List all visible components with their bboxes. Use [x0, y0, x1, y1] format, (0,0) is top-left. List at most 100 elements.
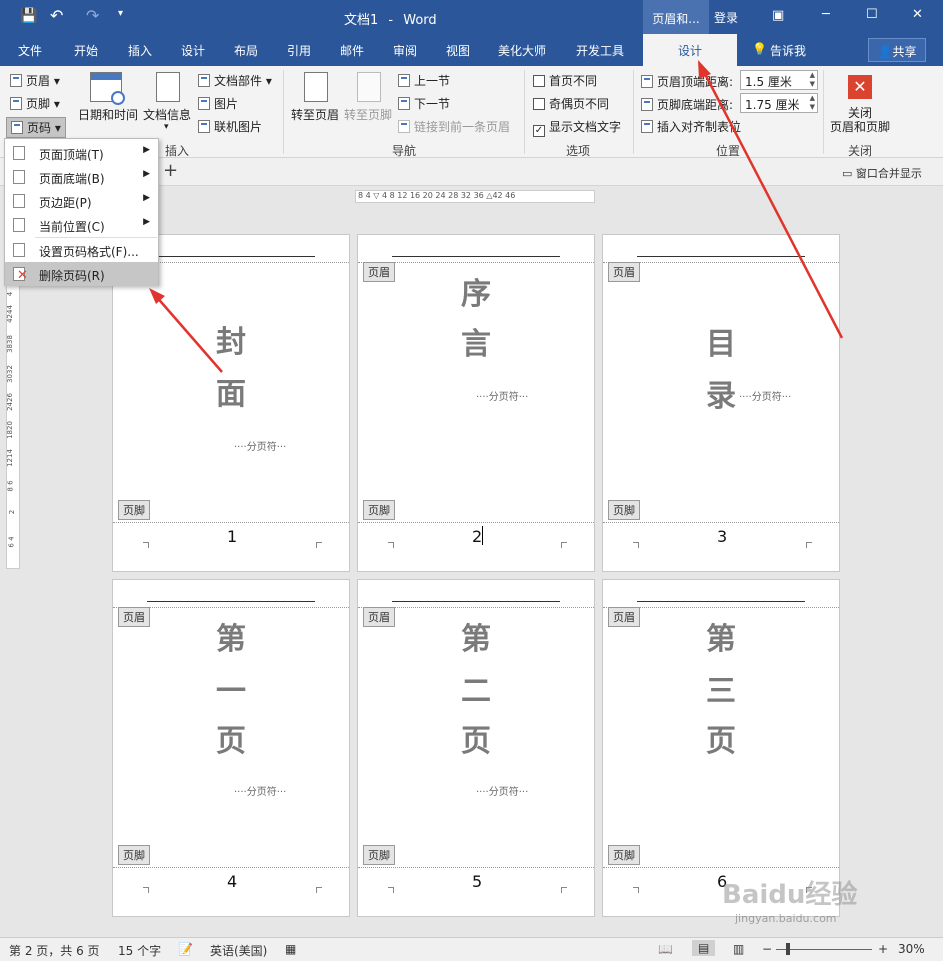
close-window-button[interactable]: ✕ — [912, 7, 923, 22]
add-tab-button[interactable]: + — [163, 160, 178, 181]
share-button[interactable]: 👤共享 — [868, 38, 926, 62]
tab-layout[interactable]: 布局 — [234, 42, 258, 59]
close-header-footer-button[interactable]: 关闭 页眉和页脚 — [826, 106, 894, 134]
zoom-level[interactable]: 30% — [898, 942, 925, 956]
page-number[interactable]: 4 — [227, 872, 237, 891]
zoom-slider[interactable] — [776, 949, 872, 950]
footer-bottom-value: 1.75 厘米 — [745, 98, 800, 112]
header-label: 页眉 — [26, 74, 51, 88]
tab-header-footer-design[interactable]: 设计 — [643, 34, 737, 66]
doc-info-dropdown-icon[interactable]: ▾ — [164, 122, 169, 132]
page-character: 录 — [706, 379, 736, 414]
footer-bottom-distance-input[interactable]: 1.75 厘米 ▲ ▼ — [740, 93, 818, 113]
page[interactable]: 页眉 目 录 ····分页符··· 页脚 3 — [602, 234, 840, 572]
menu-item-label: 设置页码格式(F)... — [39, 245, 139, 259]
menu-item-page-margins[interactable]: 页边距(P) ▶ — [5, 189, 158, 213]
menu-item-remove-page-numbers[interactable]: ✕ 删除页码(R) — [5, 262, 158, 286]
page-character: 二 — [461, 674, 491, 709]
document-info-button[interactable]: 文档信息 — [143, 106, 191, 123]
tab-insert[interactable]: 插入 — [128, 42, 152, 59]
page[interactable]: 页眉 第 三 页 页脚 6 — [602, 579, 840, 917]
footer-button[interactable]: 页脚 ▾ — [10, 95, 60, 112]
page-number-button[interactable]: 页码 ▾ — [6, 117, 66, 138]
customize-quick-access-icon[interactable]: ▾ — [118, 8, 123, 19]
online-picture-button[interactable]: 联机图片 — [198, 118, 262, 135]
zoom-in-button[interactable]: + — [878, 942, 888, 956]
tab-design[interactable]: 设计 — [181, 42, 205, 59]
redo-icon[interactable]: ↷ — [86, 6, 99, 25]
tab-review[interactable]: 审阅 — [393, 42, 417, 59]
header-button[interactable]: 页眉 ▾ — [10, 72, 60, 89]
page-break-label: 分页符 — [488, 787, 519, 798]
menu-item-label: 页边距(P) — [39, 196, 92, 210]
group-label-position: 位置 — [716, 144, 741, 158]
page[interactable]: 页眉 第 一 页 ····分页符··· 页脚 4 — [112, 579, 350, 917]
page-number[interactable]: 1 — [227, 527, 237, 546]
menu-item-top-of-page[interactable]: 页面顶端(T) ▶ — [5, 141, 158, 165]
share-label: 共享 — [892, 45, 917, 59]
word-count-status[interactable]: 15 个字 — [118, 942, 161, 959]
tab-home[interactable]: 开始 — [74, 42, 98, 59]
first-page-different-checkbox[interactable]: 首页不同 — [533, 72, 597, 89]
tab-developer[interactable]: 开发工具 — [576, 42, 624, 59]
tab-beautify[interactable]: 美化大师 — [498, 42, 546, 59]
header-top-distance-input[interactable]: 1.5 厘米 ▲ ▼ — [740, 70, 818, 90]
format-page-number-icon — [13, 243, 25, 257]
menu-item-current-position[interactable]: 当前位置(C) ▶ — [5, 213, 158, 237]
read-mode-icon[interactable]: 📖 — [658, 942, 673, 956]
goto-header-button[interactable]: 转至页眉 — [291, 106, 339, 123]
spinner-arrows-icon[interactable]: ▲ ▼ — [810, 71, 815, 89]
tab-view[interactable]: 视图 — [446, 42, 470, 59]
undo-icon[interactable]: ↶ — [50, 6, 63, 25]
footer-tag: 页脚 — [608, 500, 640, 520]
goto-footer-button[interactable]: 转至页脚 — [344, 106, 392, 123]
footer-tag: 页脚 — [608, 845, 640, 865]
picture-button[interactable]: 图片 — [198, 95, 238, 112]
previous-section-button[interactable]: 上一节 — [398, 72, 450, 89]
horizontal-ruler[interactable]: 8 4 ▽ 4 8 12 16 20 24 28 32 36 △42 46 — [355, 190, 595, 203]
first-page-different-label: 首页不同 — [549, 74, 598, 88]
page[interactable]: 页眉 第 二 页 ····分页符··· 页脚 5 — [357, 579, 595, 917]
document-parts-button[interactable]: 文档部件 ▾ — [198, 72, 272, 89]
tab-file[interactable]: 文件 — [18, 42, 42, 59]
date-time-button[interactable]: 日期和时间 — [78, 106, 138, 123]
ribbon-options-icon[interactable]: ▣ — [772, 8, 784, 23]
window-icon: ▭ — [842, 167, 856, 180]
footer-label: 页脚 — [26, 97, 51, 111]
login-button[interactable]: 登录 — [714, 9, 738, 26]
macro-recording-icon[interactable]: ▦ — [285, 942, 296, 956]
menu-item-bottom-of-page[interactable]: 页面底端(B) ▶ — [5, 165, 158, 189]
tab-references[interactable]: 引用 — [287, 42, 311, 59]
show-document-text-checkbox[interactable]: ✓ 显示文档文字 — [533, 118, 621, 137]
link-previous-button[interactable]: 链接到前一条页眉 — [398, 118, 510, 135]
group-divider — [524, 70, 525, 154]
page[interactable]: 页眉 序 言 ····分页符··· 页脚 2 — [357, 234, 595, 572]
next-section-button[interactable]: 下一节 — [398, 95, 450, 112]
page-number-icon — [11, 121, 23, 134]
save-icon[interactable]: 💾 — [20, 8, 37, 24]
close-label-line2: 页眉和页脚 — [829, 120, 890, 134]
menu-item-label: 页面底端(B) — [39, 172, 105, 186]
tell-me-box[interactable]: 告诉我 — [770, 42, 806, 59]
print-layout-icon[interactable]: ▤ — [692, 940, 716, 956]
language-status[interactable]: 英语(美国) — [210, 942, 267, 959]
odd-even-different-checkbox[interactable]: 奇偶页不同 — [533, 95, 609, 112]
tab-mailings[interactable]: 邮件 — [340, 42, 364, 59]
web-layout-icon[interactable]: ▥ — [733, 942, 744, 956]
page-number[interactable]: 3 — [717, 527, 727, 546]
merge-windows-button[interactable]: ▭ 窗口合并显示 — [842, 165, 922, 181]
insert-alignment-tab-label: 插入对齐制表位 — [657, 120, 742, 134]
zoom-out-button[interactable]: − — [762, 942, 772, 956]
group-divider — [283, 70, 284, 154]
page-count-status[interactable]: 第 2 页，共 6 页 — [9, 942, 100, 959]
page-number[interactable]: 5 — [472, 872, 482, 891]
zoom-slider-thumb[interactable] — [786, 943, 790, 955]
proofing-icon[interactable]: 📝 — [178, 942, 193, 956]
menu-item-format-page-numbers[interactable]: 设置页码格式(F)... — [5, 238, 158, 262]
maximize-button[interactable]: ☐ — [866, 7, 878, 22]
insert-alignment-tab-button[interactable]: 插入对齐制表位 — [641, 118, 741, 135]
minimize-button[interactable]: ─ — [822, 7, 830, 22]
page-character: 页 — [706, 724, 736, 759]
page-number[interactable]: 2 — [472, 527, 482, 546]
spinner-arrows-icon[interactable]: ▲ ▼ — [810, 94, 815, 112]
